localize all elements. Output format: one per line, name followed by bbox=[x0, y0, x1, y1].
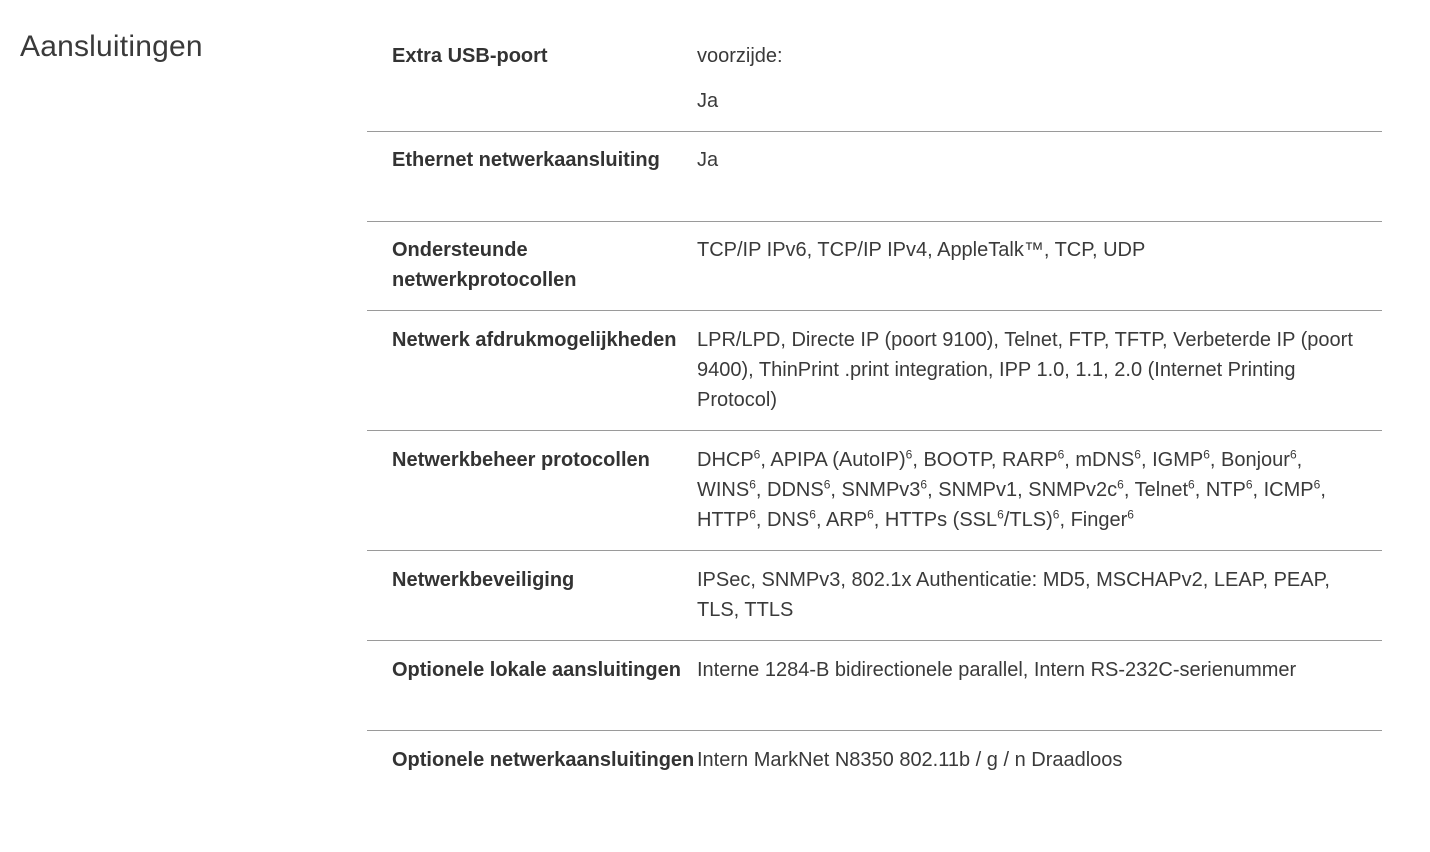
spec-label: Netwerkbeveiliging bbox=[392, 569, 575, 591]
protocol-item: DNS bbox=[767, 509, 810, 531]
footnote-marker: 6 bbox=[749, 507, 756, 522]
protocol-item: Telnet bbox=[1134, 479, 1188, 501]
protocol-item: WINS bbox=[697, 479, 750, 501]
footnote-marker: 6 bbox=[749, 477, 756, 492]
spec-row-management-protocols: Netwerkbeheer protocollen DHCP6, APIPA (… bbox=[367, 431, 1382, 551]
footnote-marker: 6 bbox=[997, 507, 1004, 522]
protocol-item: ARP bbox=[825, 509, 868, 531]
footnote-marker: 6 bbox=[1057, 447, 1065, 462]
spec-row-protocols: Ondersteunde netwerkprotocollen TCP/IP I… bbox=[367, 222, 1382, 311]
spec-value-items: DHCP6, APIPA (AutoIP)6, BOOTP, RARP6, mD… bbox=[697, 447, 1326, 531]
footnote-marker: 6 bbox=[1188, 477, 1195, 492]
footnote-marker: 6 bbox=[1052, 507, 1060, 522]
protocol-item: ICMP bbox=[1263, 479, 1314, 501]
spec-label: Ondersteunde netwerkprotocollen bbox=[392, 239, 577, 291]
spec-value: LPR/LPD, Directe IP (poort 9100), Telnet… bbox=[697, 329, 1353, 411]
protocol-item: DHCP bbox=[697, 449, 754, 471]
protocol-item: HTTPs (SSL bbox=[884, 509, 998, 531]
protocol-item: /TLS) bbox=[1003, 509, 1053, 531]
footnote-marker: 6 bbox=[1245, 477, 1253, 492]
footnote-marker: 6 bbox=[1313, 477, 1321, 492]
spec-row-security: Netwerkbeveiliging IPSec, SNMPv3, 802.1x… bbox=[367, 551, 1382, 641]
spec-label: Netwerkbeheer protocollen bbox=[392, 449, 650, 471]
spec-label: Extra USB-poort bbox=[392, 45, 548, 67]
section-title: Aansluitingen bbox=[20, 30, 203, 63]
spec-value: IPSec, SNMPv3, 802.1x Authenticatie: MD5… bbox=[697, 569, 1330, 621]
spec-value-line: Ja bbox=[697, 90, 719, 112]
spec-value: Interne 1284-B bidirectionele parallel, … bbox=[697, 659, 1297, 681]
protocol-item: Finger bbox=[1070, 509, 1128, 531]
footnote-marker: 6 bbox=[905, 447, 913, 462]
footnote-marker: 6 bbox=[867, 507, 874, 522]
footnote-marker: 6 bbox=[1127, 507, 1134, 522]
spec-value: TCP/IP IPv6, TCP/IP IPv4, AppleTalk™, TC… bbox=[697, 239, 1146, 261]
spec-value: Ja bbox=[697, 149, 719, 171]
footnote-marker: 6 bbox=[809, 507, 816, 522]
spec-label: Optionele netwerkaansluitingen bbox=[392, 749, 695, 771]
footnote-marker: 6 bbox=[823, 477, 831, 492]
spec-row-ethernet: Ethernet netwerkaansluiting Ja bbox=[367, 132, 1382, 222]
footnote-marker: 6 bbox=[1134, 447, 1141, 462]
footnote-marker: 6 bbox=[1117, 477, 1124, 492]
footnote-marker: 6 bbox=[1289, 447, 1297, 462]
spec-row-network-connections: Optionele netwerkaansluitingen Intern Ma… bbox=[367, 731, 1382, 821]
spec-label: Optionele lokale aansluitingen bbox=[392, 659, 681, 681]
spec-value-line: voorzijde: bbox=[697, 45, 783, 67]
spec-value: voorzijde: Ja bbox=[697, 41, 1382, 131]
protocol-item: DDNS bbox=[767, 479, 824, 501]
spec-row-local-connections: Optionele lokale aansluitingen Interne 1… bbox=[367, 641, 1382, 731]
spec-row-extra-usb: Extra USB-poort voorzijde: Ja bbox=[367, 30, 1382, 132]
protocol-item: NTP bbox=[1205, 479, 1246, 501]
protocol-item: HTTP bbox=[697, 509, 750, 531]
protocol-item: SNMPv1, SNMPv2c bbox=[938, 479, 1118, 501]
footnote-marker: 6 bbox=[920, 477, 928, 492]
footnote-marker: 6 bbox=[1203, 447, 1210, 462]
protocol-item: Bonjour bbox=[1221, 449, 1290, 471]
spec-label: Netwerk afdrukmogelijkheden bbox=[392, 329, 677, 351]
protocol-item: APIPA (AutoIP) bbox=[770, 449, 906, 471]
protocol-item: BOOTP, RARP bbox=[923, 449, 1058, 471]
protocol-item: SNMPv3 bbox=[841, 479, 921, 501]
spec-row-print-options: Netwerk afdrukmogelijkheden LPR/LPD, Dir… bbox=[367, 311, 1382, 431]
spec-table: Extra USB-poort voorzijde: Ja Ethernet n… bbox=[367, 30, 1382, 821]
protocol-item: mDNS bbox=[1075, 449, 1135, 471]
spec-value: Intern MarkNet N8350 802.11b / g / n Dra… bbox=[697, 749, 1123, 771]
protocol-item: IGMP bbox=[1152, 449, 1204, 471]
footnote-marker: 6 bbox=[753, 447, 761, 462]
spec-label: Ethernet netwerkaansluiting bbox=[392, 149, 660, 171]
